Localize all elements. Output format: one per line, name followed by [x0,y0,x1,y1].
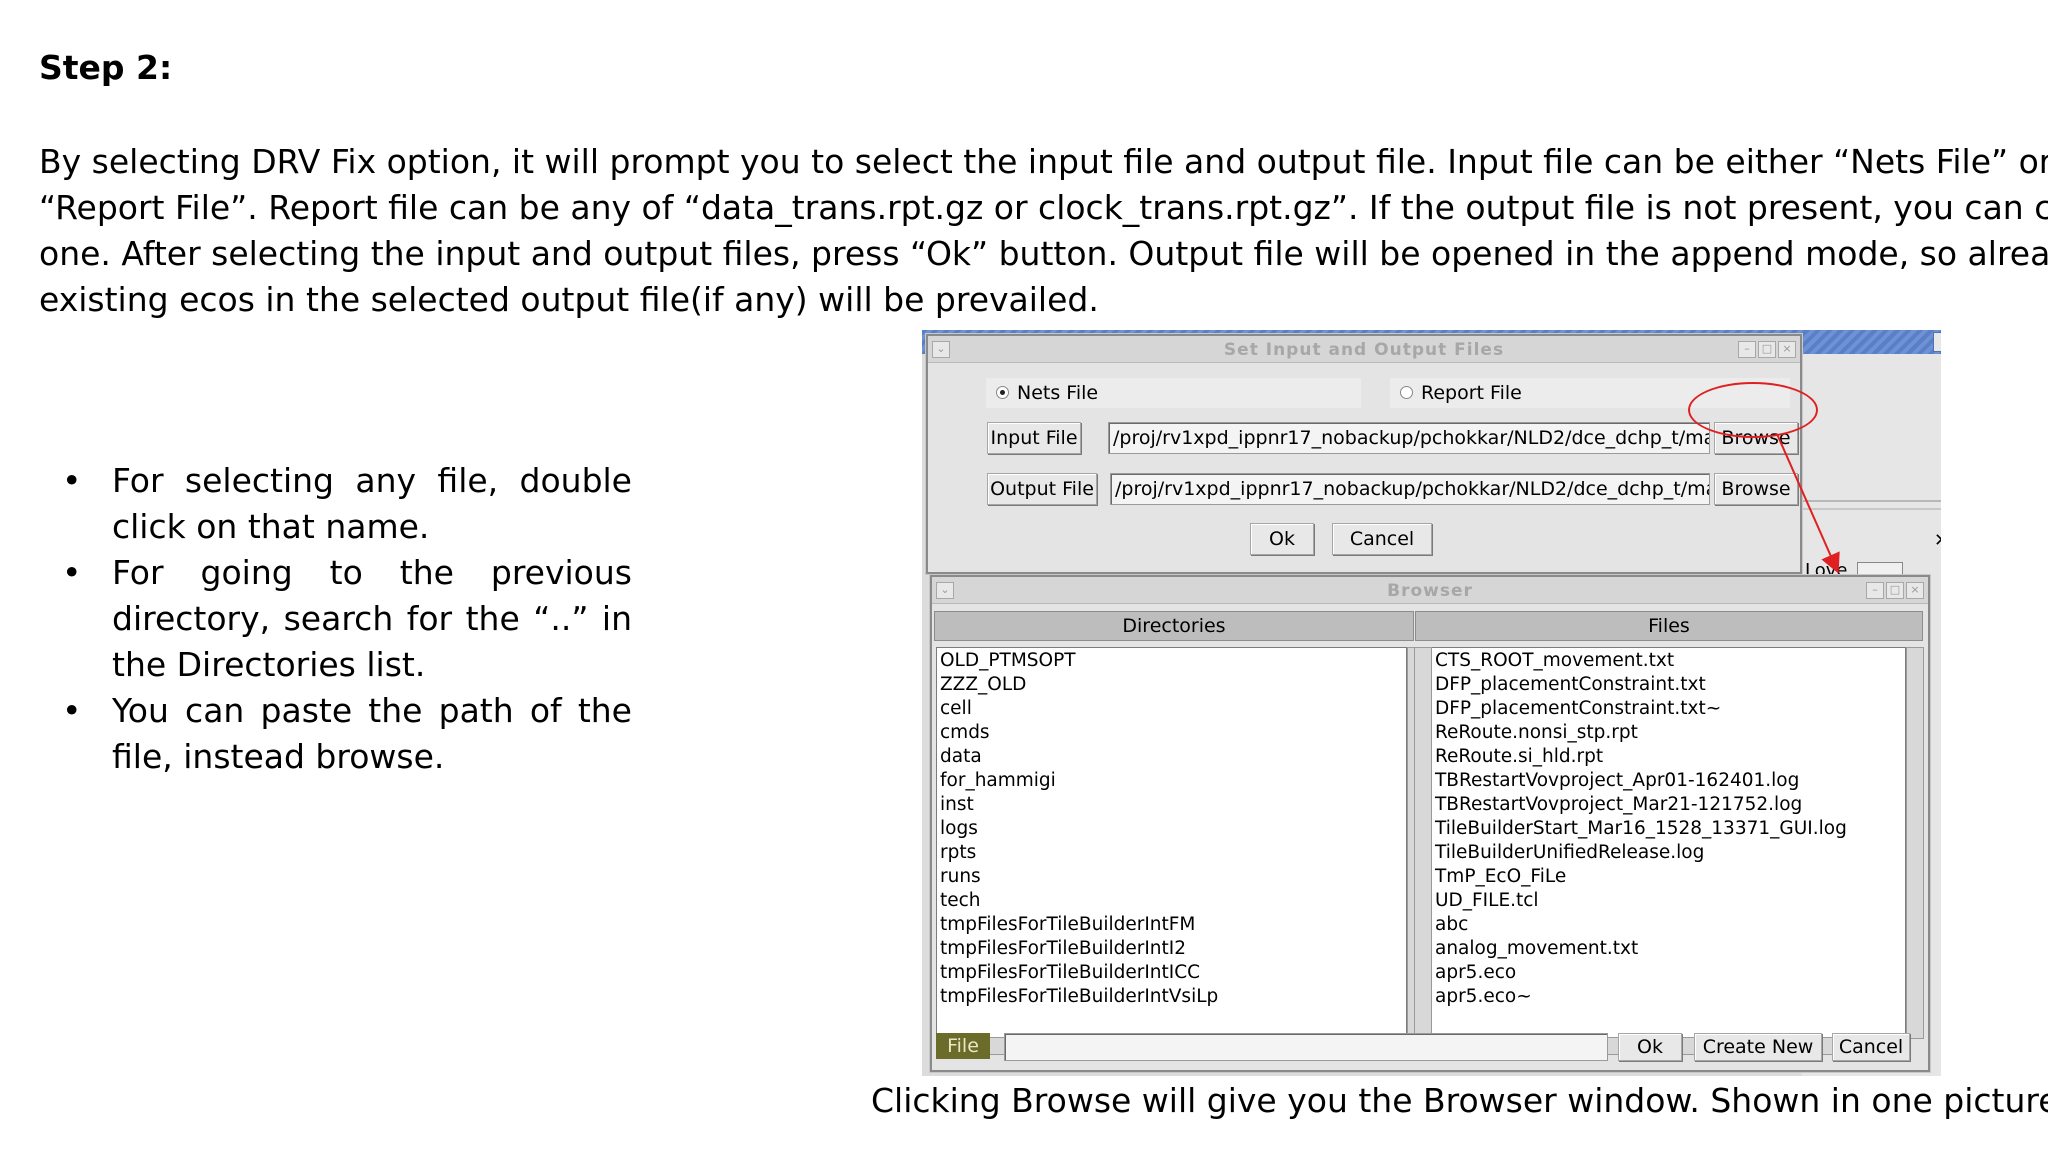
paragraph-line: “Report File”. Report file can be any of… [39,188,2048,227]
annotation-arrow [1776,433,1840,574]
tip-item: For selecting any file, double click on … [62,458,632,550]
tips-list: For selecting any file, double click on … [62,458,632,780]
paragraph-line: one. After selecting the input and outpu… [39,234,2048,273]
tip-item: You can paste the path of the file, inst… [62,688,632,780]
screenshot-region: Love ✕ ⌄ Set Input and Output Files – □ … [922,330,1941,1076]
description-paragraph: By selecting DRV Fix option, it will pro… [39,139,2048,323]
paragraph-line: By selecting DRV Fix option, it will pro… [39,142,2048,181]
caption: Clicking Browse will give you the Browse… [871,1081,2048,1120]
paragraph-line: existing ecos in the selected output fil… [39,280,1099,319]
step-title: Step 2: [39,48,173,87]
tip-item: For going to the previous directory, sea… [62,550,632,688]
